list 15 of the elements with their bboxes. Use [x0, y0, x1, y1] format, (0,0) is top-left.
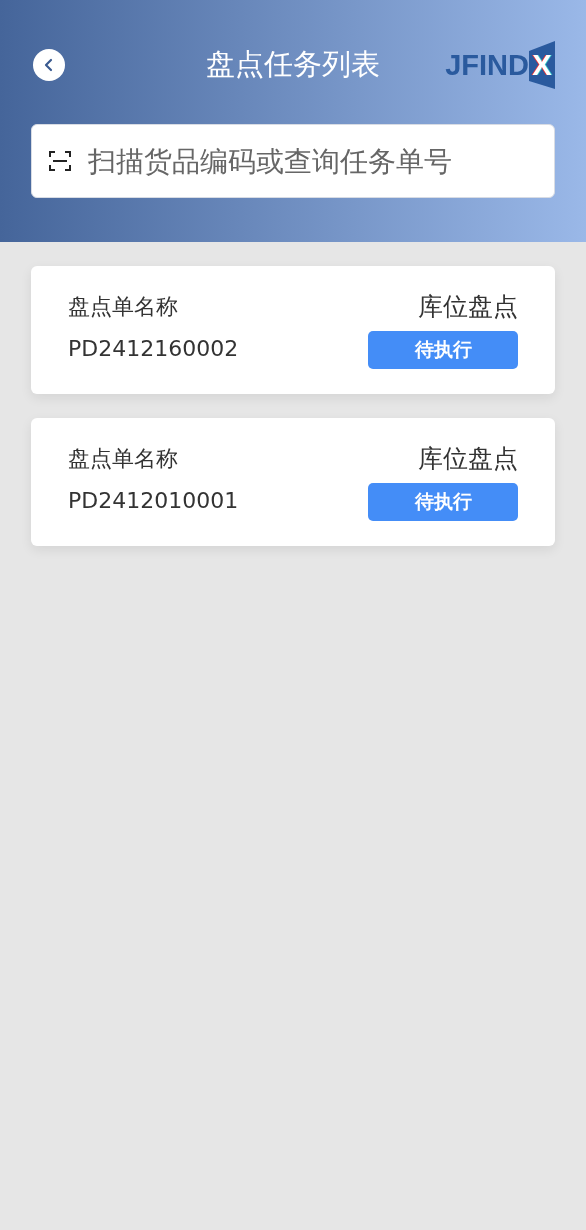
task-type: 库位盘点: [418, 291, 518, 323]
status-badge: 待执行: [368, 483, 518, 521]
task-label: 盘点单名称: [68, 293, 179, 321]
page-title: 盘点任务列表: [206, 46, 380, 83]
task-card[interactable]: 盘点单名称 PD2412160002 库位盘点 待执行: [31, 266, 555, 394]
scan-icon: [48, 149, 72, 173]
logo: JFINDX: [445, 41, 555, 89]
task-number: PD2412010001: [68, 487, 239, 515]
task-type: 库位盘点: [418, 443, 518, 475]
search-field[interactable]: 扫描货品编码或查询任务单号: [31, 124, 555, 198]
task-number: PD2412160002: [68, 335, 239, 363]
task-label: 盘点单名称: [68, 445, 179, 473]
back-button[interactable]: [33, 49, 65, 81]
task-card[interactable]: 盘点单名称 PD2412010001 库位盘点 待执行: [31, 418, 555, 546]
status-badge: 待执行: [368, 331, 518, 369]
